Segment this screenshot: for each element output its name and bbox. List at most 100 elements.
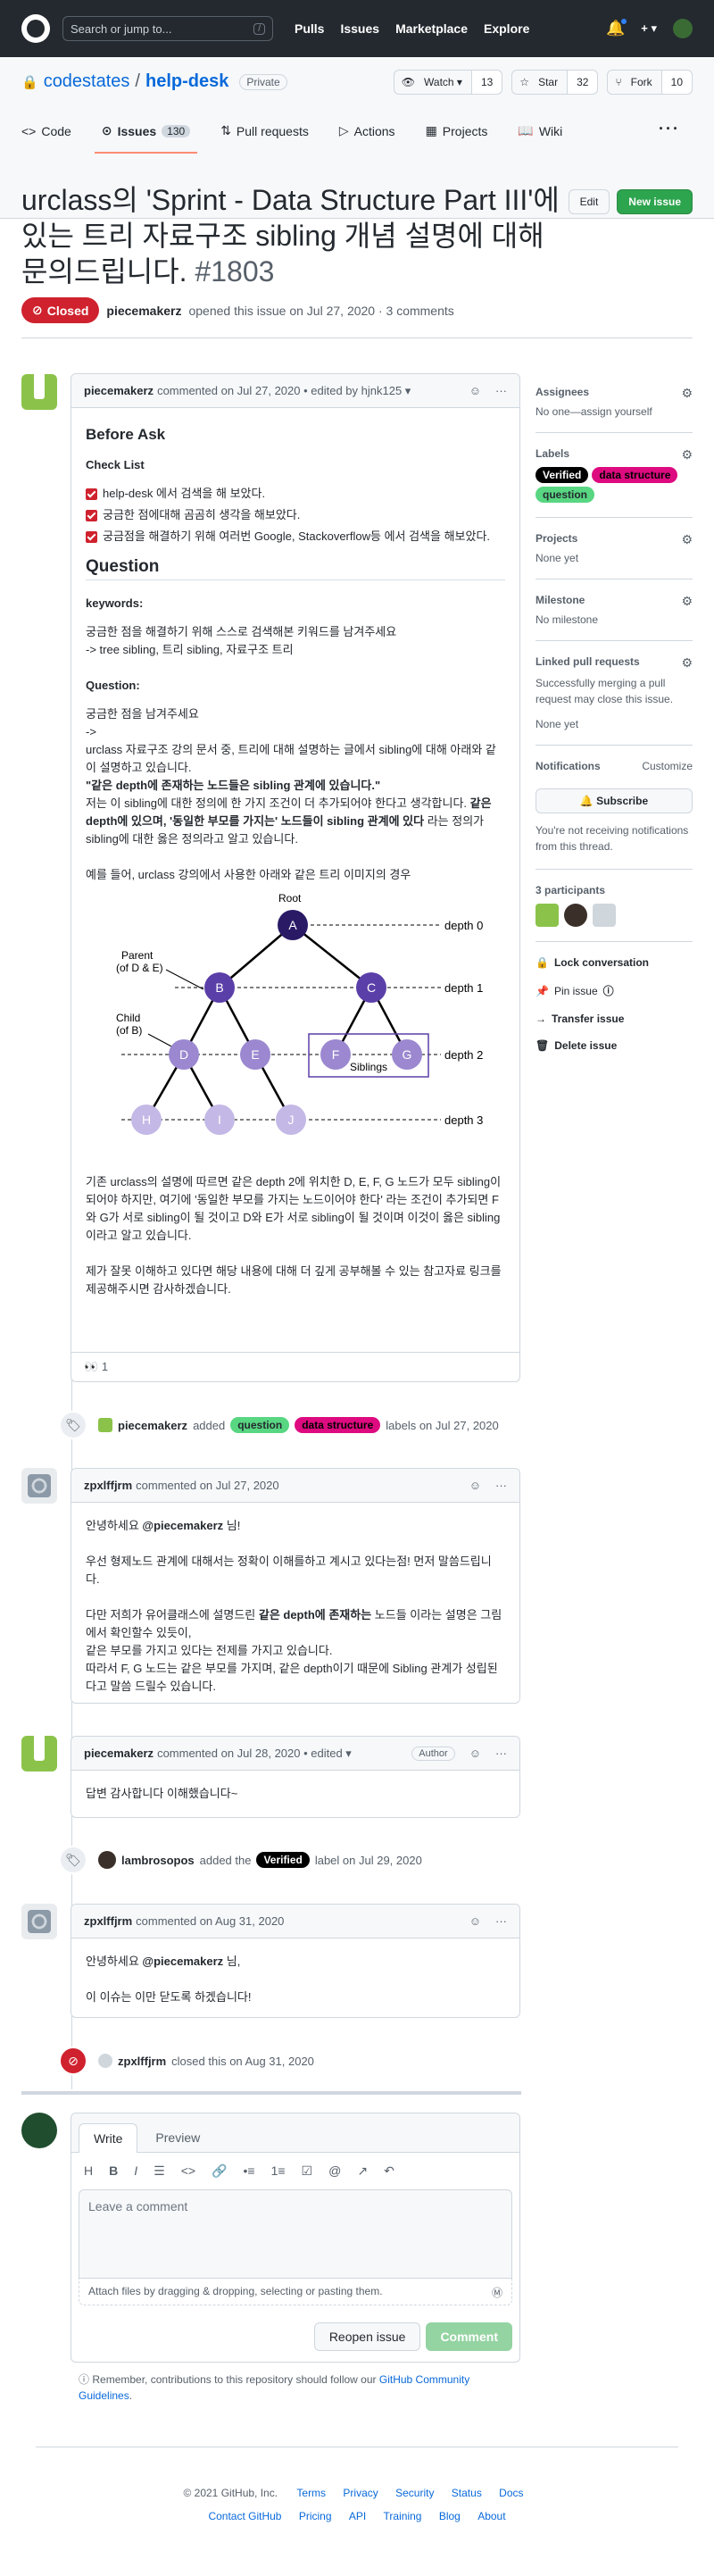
- comment-button[interactable]: Comment: [426, 2322, 512, 2351]
- tab-pull-requests[interactable]: ⇅ Pull requests: [220, 123, 309, 138]
- nav-explore[interactable]: Explore: [484, 21, 529, 36]
- user-avatar[interactable]: [673, 19, 693, 38]
- reaction-eyes-button[interactable]: 👀 1: [84, 1360, 108, 1374]
- comment-textarea[interactable]: Leave a comment: [79, 2189, 512, 2279]
- bold-icon[interactable]: B: [109, 2163, 118, 2179]
- checklist-item[interactable]: 궁금점을 해결하기 위해 여러번 Google, Stackoverflow등 …: [86, 528, 505, 546]
- tab-wiki[interactable]: 📖 Wiki: [518, 123, 562, 138]
- label-verified[interactable]: Verified: [256, 1852, 310, 1868]
- comment-author[interactable]: zpxlffjrm: [84, 1914, 132, 1928]
- numbered-list-icon[interactable]: 1≡: [271, 2163, 286, 2179]
- reference-icon[interactable]: ↗: [357, 2163, 368, 2179]
- lock-conversation-action[interactable]: 🔒 Lock conversation: [536, 956, 693, 969]
- watch-button[interactable]: 👁 Watch ▾ 13: [393, 70, 503, 95]
- tab-projects[interactable]: ▦ Projects: [426, 123, 488, 138]
- heading-icon[interactable]: H: [84, 2163, 93, 2179]
- participant-avatar[interactable]: [536, 904, 559, 927]
- assignees-heading[interactable]: Assignees: [536, 386, 693, 398]
- gear-icon[interactable]: ⚙: [681, 655, 693, 671]
- participant-avatar[interactable]: [564, 904, 587, 927]
- label-question[interactable]: question: [230, 1417, 290, 1433]
- repo-owner-link[interactable]: codestates: [44, 71, 130, 92]
- comment-meta[interactable]: commented on Aug 31, 2020: [136, 1914, 284, 1928]
- footer-link[interactable]: Terms: [296, 2487, 326, 2499]
- footer-link[interactable]: Privacy: [343, 2487, 378, 2499]
- label-data-structure[interactable]: data structure: [592, 467, 678, 483]
- tab-preview[interactable]: Preview: [141, 2123, 214, 2152]
- checkbox-checked-icon[interactable]: [86, 530, 97, 543]
- notification-bell-icon[interactable]: 🔔: [606, 18, 628, 38]
- nav-pulls[interactable]: Pulls: [295, 21, 324, 36]
- nav-marketplace[interactable]: Marketplace: [395, 21, 468, 36]
- delete-issue-action[interactable]: 🗑 Delete issue: [536, 1039, 693, 1052]
- avatar[interactable]: [98, 2054, 112, 2068]
- attach-files-area[interactable]: Attach files by dragging & dropping, sel…: [79, 2279, 512, 2305]
- github-logo-icon[interactable]: [21, 14, 50, 43]
- mention-link[interactable]: @piecemakerz: [142, 1955, 223, 1968]
- more-options-icon[interactable]: ···: [495, 1914, 507, 1928]
- event-author[interactable]: lambrosopos: [121, 1854, 195, 1867]
- avatar[interactable]: [21, 374, 57, 410]
- event-author[interactable]: zpxlffjrm: [118, 2055, 166, 2068]
- tab-code[interactable]: <> Code: [21, 123, 71, 138]
- footer-link[interactable]: API: [349, 2510, 366, 2522]
- smiley-icon[interactable]: ☺: [469, 1747, 481, 1760]
- avatar[interactable]: [21, 1904, 57, 1939]
- tab-issues[interactable]: ⊙ Issues 130: [94, 123, 198, 154]
- reopen-issue-button[interactable]: Reopen issue: [313, 2322, 421, 2351]
- more-options-icon[interactable]: ···: [495, 1747, 507, 1760]
- italic-icon[interactable]: I: [134, 2163, 137, 2179]
- mention-link[interactable]: @piecemakerz: [142, 1519, 223, 1532]
- checklist-item[interactable]: 궁금한 점에대해 곰곰히 생각을 해보았다.: [86, 506, 505, 524]
- create-new-button[interactable]: + ▾: [641, 21, 657, 36]
- footer-link[interactable]: About: [477, 2510, 505, 2522]
- assignees-value[interactable]: No one—assign yourself: [536, 405, 693, 418]
- more-options-icon[interactable]: ···: [495, 1479, 507, 1492]
- transfer-issue-action[interactable]: → Transfer issue: [536, 1013, 693, 1025]
- tab-write[interactable]: Write: [79, 2123, 138, 2153]
- comment-author[interactable]: piecemakerz: [84, 384, 154, 397]
- footer-link[interactable]: Training: [384, 2510, 422, 2522]
- projects-heading[interactable]: Projects: [536, 532, 693, 545]
- fork-button[interactable]: ⑂ Fork 10: [607, 70, 693, 95]
- comment-author[interactable]: piecemakerz: [84, 1747, 154, 1760]
- task-list-icon[interactable]: ☑: [302, 2163, 313, 2179]
- avatar[interactable]: [21, 2113, 57, 2148]
- more-options-icon[interactable]: ···: [495, 384, 507, 397]
- more-tabs-icon[interactable]: ···: [659, 120, 680, 138]
- footer-link[interactable]: Pricing: [299, 2510, 332, 2522]
- labels-heading[interactable]: Labels: [536, 447, 693, 460]
- label-data-structure[interactable]: data structure: [295, 1417, 381, 1433]
- footer-link[interactable]: Security: [395, 2487, 434, 2499]
- smiley-icon[interactable]: ☺: [469, 1914, 481, 1928]
- avatar[interactable]: [98, 1418, 112, 1432]
- label-question[interactable]: question: [536, 487, 594, 503]
- footer-link[interactable]: Status: [452, 2487, 482, 2499]
- footer-link[interactable]: Blog: [439, 2510, 461, 2522]
- bullet-list-icon[interactable]: •≡: [244, 2163, 255, 2179]
- comment-meta[interactable]: commented on Jul 27, 2020: [136, 1479, 278, 1492]
- customize-link[interactable]: Customize: [642, 760, 693, 779]
- new-issue-button[interactable]: New issue: [617, 189, 693, 214]
- gear-icon[interactable]: ⚙: [681, 532, 693, 547]
- search-input[interactable]: Search or jump to... /: [62, 16, 273, 41]
- reply-icon[interactable]: ↶: [384, 2163, 394, 2179]
- tab-actions[interactable]: ▷ Actions: [339, 123, 395, 138]
- star-button[interactable]: ☆ Star 32: [511, 70, 599, 95]
- quote-icon[interactable]: ☰: [154, 2163, 165, 2179]
- checklist-item[interactable]: help-desk 에서 검색을 해 보았다.: [86, 485, 505, 503]
- avatar[interactable]: [98, 1851, 116, 1869]
- repo-name-link[interactable]: help-desk: [145, 71, 228, 92]
- avatar[interactable]: [21, 1468, 57, 1504]
- gear-icon[interactable]: ⚙: [681, 447, 693, 463]
- mention-icon[interactable]: @: [328, 2163, 341, 2179]
- checkbox-checked-icon[interactable]: [86, 509, 97, 521]
- footer-link[interactable]: Docs: [499, 2487, 523, 2499]
- nav-issues[interactable]: Issues: [340, 21, 379, 36]
- footer-link[interactable]: Contact GitHub: [208, 2510, 281, 2522]
- label-verified[interactable]: Verified: [536, 467, 589, 483]
- smiley-icon[interactable]: ☺: [469, 384, 481, 397]
- link-icon[interactable]: 🔗: [212, 2163, 227, 2179]
- pin-issue-action[interactable]: 📌 Pin issue ⓘ: [536, 983, 693, 998]
- edit-title-button[interactable]: Edit: [568, 189, 610, 214]
